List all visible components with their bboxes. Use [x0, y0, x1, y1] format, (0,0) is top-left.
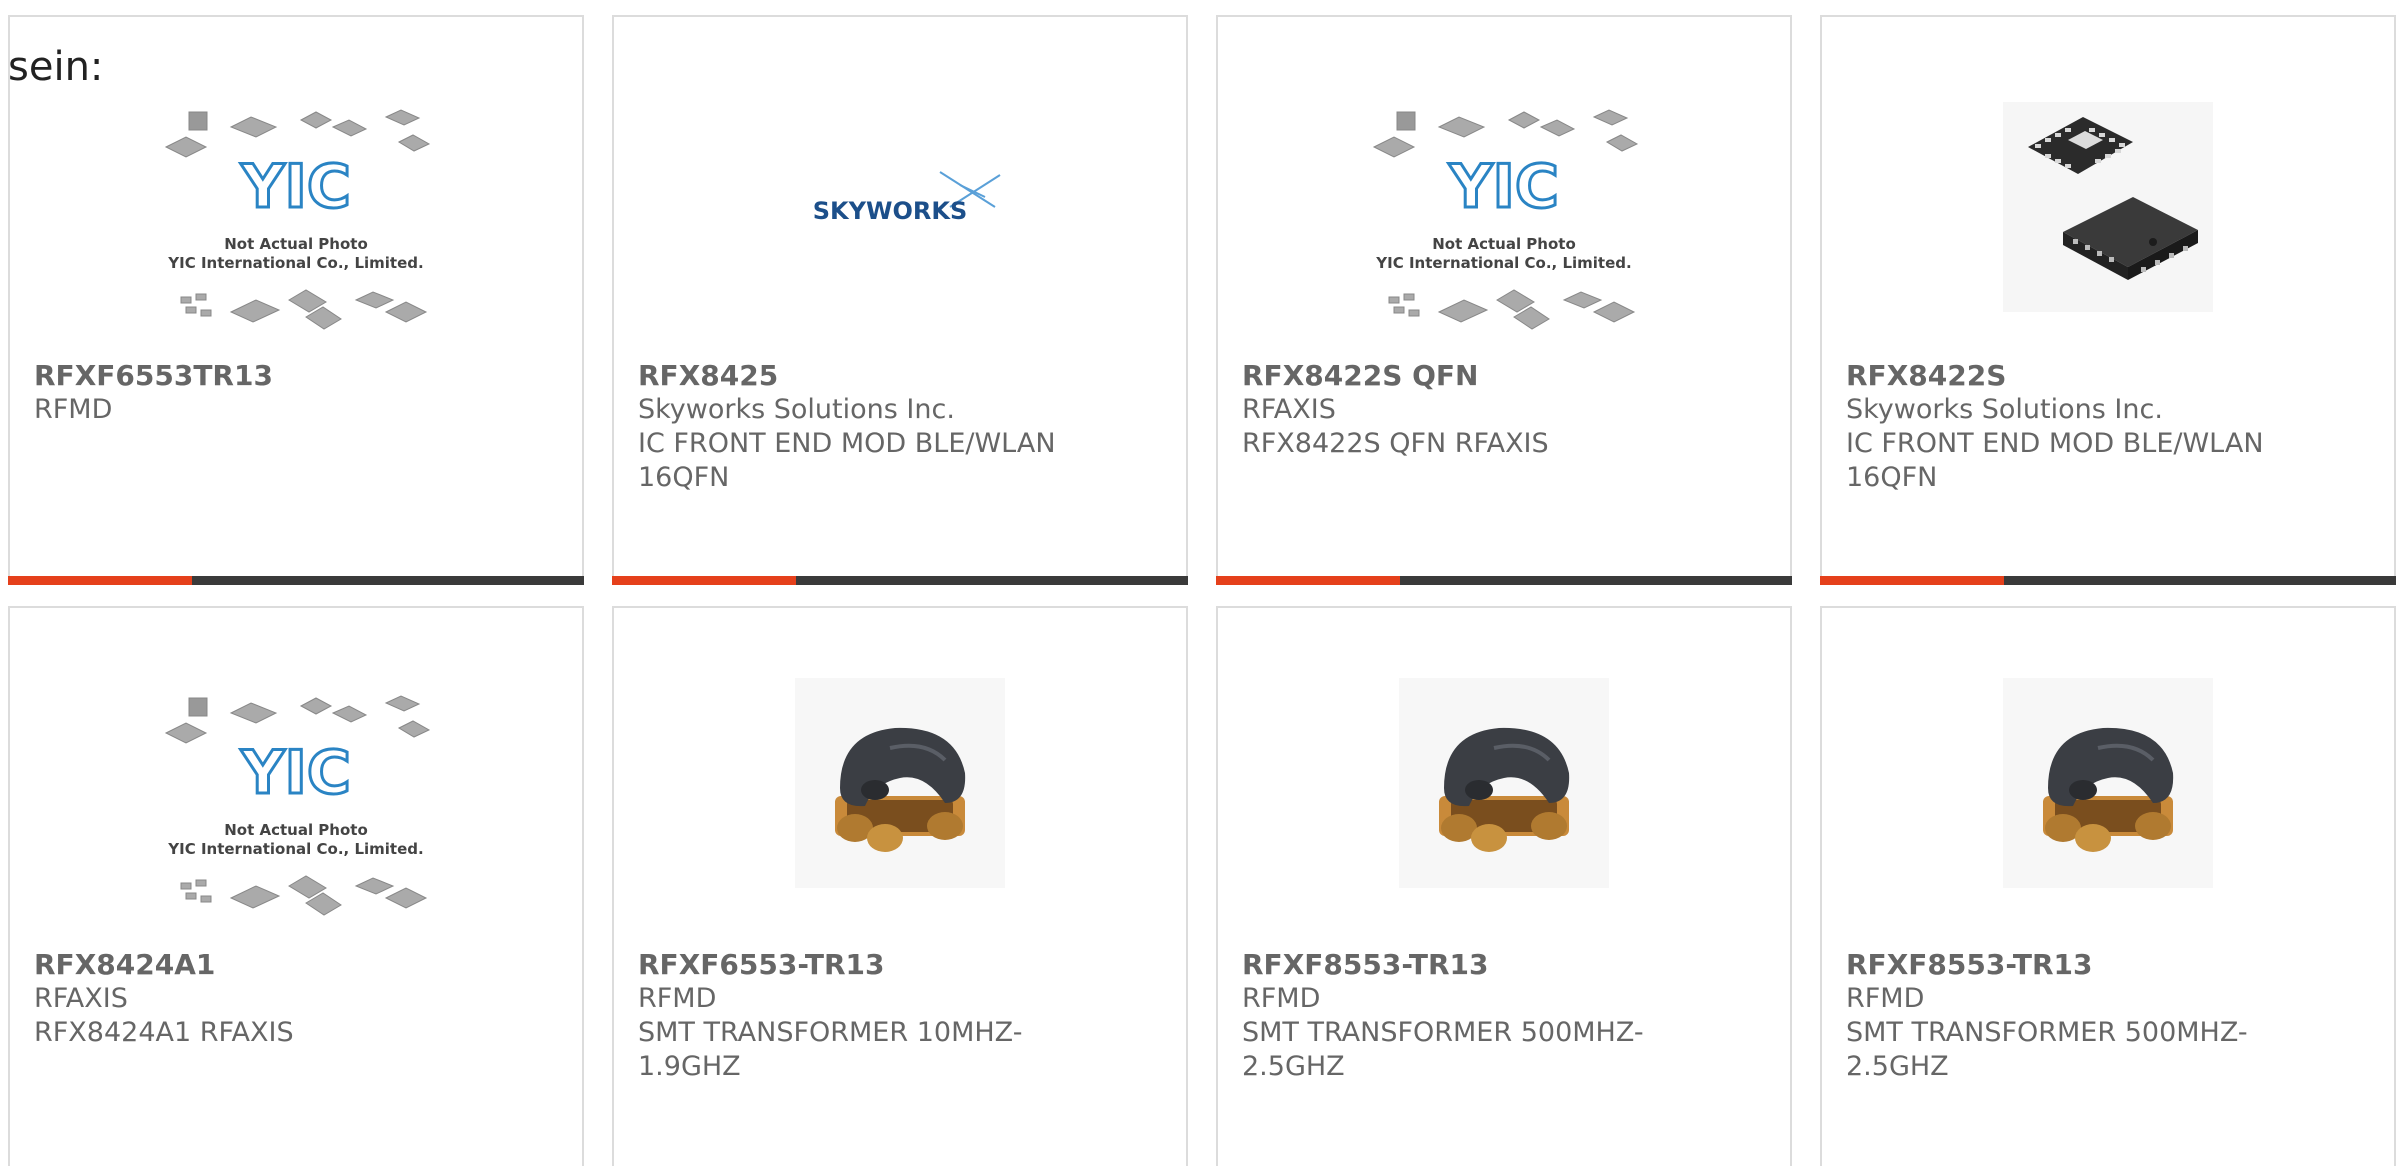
svg-text:YIC International Co., Limited: YIC International Co., Limited.: [167, 840, 423, 858]
svg-text:YIC International Co., Limited: YIC International Co., Limited.: [167, 254, 423, 272]
product-image-placeholder[interactable]: YIC Not Actual Photo YIC International C…: [1369, 102, 1639, 346]
description: 2.5GHZ: [1846, 1051, 1949, 1082]
manufacturer: RFMD: [1846, 983, 1925, 1014]
product-card[interactable]: RFX8422S Skyworks Solutions Inc. IC FRON…: [1820, 15, 2396, 585]
product-image-smt-transformer[interactable]: [795, 678, 1005, 892]
description: 16QFN: [1846, 462, 1938, 493]
part-number-link[interactable]: RFXF6553-TR13: [638, 948, 1066, 982]
product-card[interactable]: RFXF6553-TR13 RFMD SMT TRANSFORMER 10MHZ…: [612, 606, 1188, 1166]
product-info: RFX8425 Skyworks Solutions Inc. IC FRONT…: [638, 359, 1066, 495]
manufacturer: Skyworks Solutions Inc.: [1846, 394, 2163, 425]
description: 16QFN: [638, 462, 730, 493]
part-number-link[interactable]: RFXF8553-TR13: [1242, 948, 1670, 982]
product-info: RFXF8553-TR13 RFMD SMT TRANSFORMER 500MH…: [1242, 948, 1670, 1084]
part-number-link[interactable]: RFX8425: [638, 359, 1066, 393]
card-bottom-bar: [1820, 576, 2396, 585]
manufacturer: RFMD: [34, 394, 113, 425]
product-card[interactable]: SKYWORKS RFX8425 Skyworks Solutions Inc.…: [612, 15, 1188, 585]
manufacturer: RFAXIS: [1242, 394, 1336, 425]
product-info: RFX8424A1 RFAXIS RFX8424A1 RFAXIS: [34, 948, 462, 1050]
product-info: RFX8422S QFN RFAXIS RFX8422S QFN RFAXIS: [1242, 359, 1670, 461]
description: RFX8424A1 RFAXIS: [34, 1017, 294, 1048]
svg-text:Not Actual Photo: Not Actual Photo: [224, 821, 368, 839]
description: SMT TRANSFORMER 10MHZ-: [638, 1017, 1023, 1048]
description: IC FRONT END MOD BLE/WLAN: [638, 428, 1056, 459]
product-info: RFXF6553-TR13 RFMD SMT TRANSFORMER 10MHZ…: [638, 948, 1066, 1084]
card-bottom-bar: [8, 576, 584, 585]
part-number-link[interactable]: RFXF6553TR13: [34, 359, 462, 393]
svg-text:Not Actual Photo: Not Actual Photo: [1432, 235, 1576, 253]
product-card[interactable]: YIC Not Actual Photo YIC International C…: [8, 606, 584, 1166]
manufacturer: RFMD: [1242, 983, 1321, 1014]
description: SMT TRANSFORMER 500MHZ-: [1846, 1017, 2248, 1048]
product-image-smt-transformer[interactable]: [1399, 678, 1609, 892]
svg-text:YIC: YIC: [240, 152, 351, 222]
description: RFX8422S QFN RFAXIS: [1242, 428, 1549, 459]
product-card[interactable]: RFXF8553-TR13 RFMD SMT TRANSFORMER 500MH…: [1820, 606, 2396, 1166]
product-image-smt-transformer[interactable]: [2003, 678, 2213, 892]
svg-text:Not Actual Photo: Not Actual Photo: [224, 235, 368, 253]
product-image-placeholder[interactable]: YIC Not Actual Photo YIC International C…: [161, 102, 431, 346]
part-number-link[interactable]: RFXF8553-TR13: [1846, 948, 2274, 982]
product-info: RFX8422S Skyworks Solutions Inc. IC FRON…: [1846, 359, 2274, 495]
product-info: RFXF8553-TR13 RFMD SMT TRANSFORMER 500MH…: [1846, 948, 2274, 1084]
manufacturer: RFAXIS: [34, 983, 128, 1014]
description: 1.9GHZ: [638, 1051, 741, 1082]
part-number-link[interactable]: RFX8422S QFN: [1242, 359, 1670, 393]
description: 2.5GHZ: [1242, 1051, 1345, 1082]
product-image-skyworks-logo[interactable]: SKYWORKS: [790, 157, 1010, 241]
svg-text:YIC International Co., Limited: YIC International Co., Limited.: [1375, 254, 1631, 272]
svg-text:YIC: YIC: [240, 738, 351, 808]
lead-text: sein:: [8, 44, 104, 90]
product-image-placeholder[interactable]: YIC Not Actual Photo YIC International C…: [161, 688, 431, 932]
svg-text:SKYWORKS: SKYWORKS: [813, 197, 968, 225]
card-bottom-bar: [1216, 576, 1792, 585]
part-number-link[interactable]: RFX8424A1: [34, 948, 462, 982]
manufacturer: Skyworks Solutions Inc.: [638, 394, 955, 425]
svg-text:YIC: YIC: [1448, 152, 1559, 222]
product-card[interactable]: YIC Not Actual Photo YIC International C…: [1216, 15, 1792, 585]
part-number-link[interactable]: RFX8422S: [1846, 359, 2274, 393]
product-card[interactable]: YIC Not Actual Photo YIC International C…: [8, 15, 584, 585]
description: SMT TRANSFORMER 500MHZ-: [1242, 1017, 1644, 1048]
product-card[interactable]: RFXF8553-TR13 RFMD SMT TRANSFORMER 500MH…: [1216, 606, 1792, 1166]
product-image-qfn-chip[interactable]: [2003, 102, 2213, 316]
manufacturer: RFMD: [638, 983, 717, 1014]
card-bottom-bar: [612, 576, 1188, 585]
description: IC FRONT END MOD BLE/WLAN: [1846, 428, 2264, 459]
product-info: RFXF6553TR13 RFMD: [34, 359, 462, 427]
